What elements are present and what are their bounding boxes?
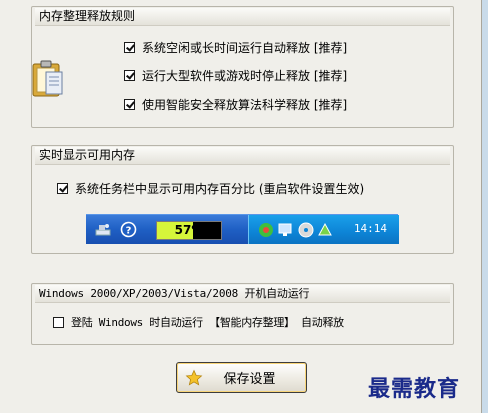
watermark: 最需教育 bbox=[368, 376, 461, 402]
security-icon bbox=[318, 222, 332, 236]
taskbar-percent-label: 系统任务栏中显示可用内存百分比 (重启软件设置生效) bbox=[75, 182, 365, 196]
autostart-checkbox[interactable] bbox=[53, 316, 64, 328]
rule-option-1-checkbox[interactable] bbox=[124, 42, 135, 53]
realtime-memory-title: 实时显示可用内存 bbox=[35, 147, 450, 165]
rule-option-3-checkbox[interactable] bbox=[124, 99, 135, 110]
star-icon bbox=[185, 369, 203, 386]
settings-panel: 内存整理释放规则 系统空闲或长时间运行自动释放 [推荐] 运行大型软件或游戏时停… bbox=[0, 0, 482, 413]
disc-icon bbox=[298, 222, 314, 238]
save-settings-label: 保存设置 bbox=[223, 372, 276, 387]
tray-clock: 14:14 bbox=[353, 222, 387, 235]
svg-text:?: ? bbox=[126, 226, 132, 237]
autostart-option[interactable]: 登陆 Windows 时自动运行 【智能内存整理】 自动释放 bbox=[53, 314, 344, 330]
memory-percent-text: 57% bbox=[174, 223, 204, 237]
speaker-icon bbox=[95, 224, 111, 236]
rule-option-1-label: 系统空闲或长时间运行自动释放 [推荐] bbox=[142, 41, 348, 55]
help-icon: ? bbox=[120, 221, 137, 238]
rule-option-1[interactable]: 系统空闲或长时间运行自动释放 [推荐] bbox=[124, 39, 347, 56]
rule-option-3-label: 使用智能安全释放算法科学释放 [推荐] bbox=[142, 98, 348, 112]
save-settings-button[interactable]: 保存设置 bbox=[176, 362, 307, 393]
rule-option-2[interactable]: 运行大型软件或游戏时停止释放 [推荐] bbox=[124, 67, 347, 84]
autostart-label: 登陆 Windows 时自动运行 【智能内存整理】 自动释放 bbox=[71, 316, 344, 329]
memory-percent-meter: 57% bbox=[156, 221, 222, 240]
taskbar-percent-option[interactable]: 系统任务栏中显示可用内存百分比 (重启软件设置生效) bbox=[57, 180, 364, 197]
rule-option-2-checkbox[interactable] bbox=[124, 70, 135, 81]
release-rules-title: 内存整理释放规则 bbox=[35, 8, 450, 26]
taskbar-preview: ? 57% 14:14 bbox=[86, 214, 399, 244]
rule-option-2-label: 运行大型软件或游戏时停止释放 [推荐] bbox=[142, 69, 348, 83]
taskbar-percent-checkbox[interactable] bbox=[57, 183, 68, 194]
network-icon bbox=[259, 223, 273, 237]
monitor-icon bbox=[278, 223, 292, 236]
system-tray: 14:14 bbox=[248, 215, 399, 244]
autostart-title: Windows 2000/XP/2003/Vista/2008 开机自动运行 bbox=[35, 285, 450, 303]
rule-option-3[interactable]: 使用智能安全释放算法科学释放 [推荐] bbox=[124, 96, 347, 113]
clipboard-icon bbox=[32, 60, 63, 97]
